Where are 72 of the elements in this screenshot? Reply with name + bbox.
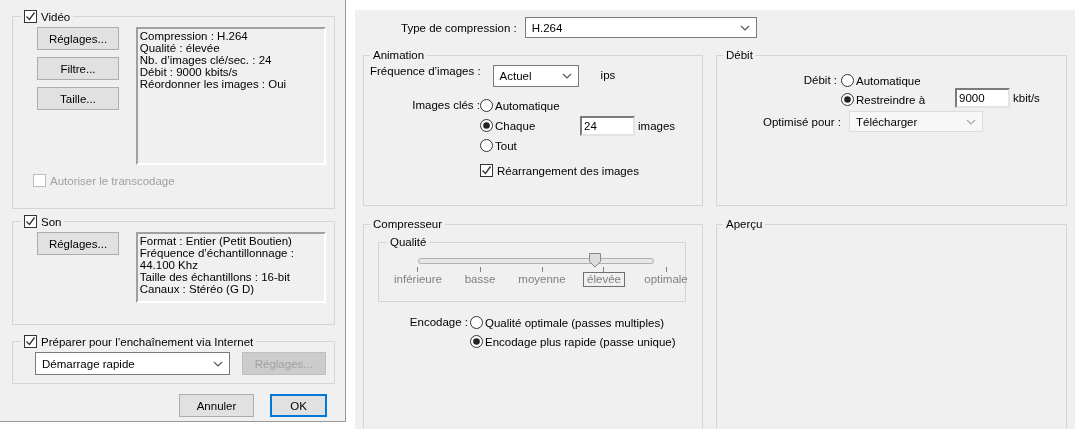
checkbox[interactable]: [24, 215, 37, 228]
radio-label: Automatique: [856, 74, 921, 87]
compression-type-dropdown[interactable]: H.264: [524, 17, 757, 38]
unit-label: ips: [600, 69, 616, 81]
summary-line: Compression : H.264: [139, 30, 249, 42]
ok-button[interactable]: OK: [270, 394, 327, 417]
radio-label: Restreindre à: [856, 93, 926, 106]
radio-button[interactable]: [480, 99, 493, 112]
checkbox-label: Réarrangement des images: [497, 164, 639, 177]
cancel-button[interactable]: Annuler: [179, 394, 254, 417]
group-title: Son: [41, 215, 62, 228]
unit-label: kbit/s: [1013, 92, 1040, 104]
chevron-icon: [966, 118, 976, 125]
checkbox[interactable]: [24, 10, 37, 23]
chevron-icon: [212, 360, 223, 367]
dropdown-value: H.264: [531, 21, 563, 34]
summary-line: Nb. d’images clé/sec. : 24: [139, 54, 273, 66]
radio-button[interactable]: [470, 335, 483, 348]
radio-button[interactable]: [470, 316, 483, 329]
optimized-for-dropdown[interactable]: Télécharger: [849, 111, 983, 132]
radio-label: Encodage plus rapide (passe unique): [485, 335, 676, 348]
field-label: Type de compression :: [401, 21, 517, 34]
summary-line: Débit : 9000 kbits/s: [139, 66, 239, 78]
radio-label: Qualité optimale (passes multiples): [485, 316, 664, 329]
settings-button[interactable]: Réglages...: [37, 232, 119, 255]
group-title: Animation: [373, 49, 425, 61]
radio-label: Chaque: [495, 119, 536, 132]
summary-line: Format : Entier (Petit Boutien): [139, 235, 293, 247]
settings-button[interactable]: Taille...: [37, 87, 119, 110]
radio-button[interactable]: [841, 74, 854, 87]
chevron-icon: [561, 73, 572, 79]
dropdown-value: Actuel: [499, 70, 532, 82]
summary-line: Taille des échantillons : 16-bit: [139, 271, 291, 283]
group-title: Qualité: [390, 236, 427, 248]
dropdown-value: Démarrage rapide: [42, 357, 135, 370]
group-title: Compresseur: [373, 218, 443, 230]
summary-line: Réordonner les images : Oui: [139, 78, 288, 90]
settings-button[interactable]: Filtre...: [37, 57, 119, 80]
radio-label: Tout: [495, 139, 517, 152]
summary-line: Canaux : Stéréo (G D): [139, 283, 256, 295]
tick-label[interactable]: inférieure: [390, 272, 446, 287]
radio-button[interactable]: [480, 119, 493, 132]
group-title: Préparer pour l’enchaînement via Internet: [41, 335, 254, 348]
tick-label[interactable]: optimale: [640, 272, 692, 287]
radio-label: Automatique: [495, 99, 560, 112]
checkbox[interactable]: [24, 335, 37, 348]
chevron-icon: [739, 24, 750, 31]
field-label: Fréquence d’images :: [370, 65, 481, 77]
field-label: Débit :: [802, 74, 837, 86]
frame-rate-dropdown[interactable]: Actuel: [492, 65, 579, 87]
unit-label: images: [638, 120, 676, 132]
tick-label[interactable]: basse: [460, 272, 500, 287]
summary-line: Qualité : élevée: [139, 42, 221, 54]
radio-button[interactable]: [480, 139, 493, 152]
group-title: Aperçu: [726, 218, 763, 230]
checkbox-label: Autoriser le transcodage: [50, 174, 175, 187]
group-title: Vidéo: [41, 10, 71, 23]
tick-label[interactable]: élevée: [583, 272, 625, 287]
field-label: Images clés :: [411, 99, 480, 111]
bitrate-field[interactable]: 9000: [955, 88, 1010, 108]
summary-line: Fréquence d’échantillonnage : 44.100 Khz: [139, 247, 295, 271]
streaming-dropdown[interactable]: Démarrage rapide: [35, 352, 230, 375]
slider-thumb[interactable]: [588, 253, 601, 268]
radio-button[interactable]: [841, 93, 854, 106]
group-title: Débit: [726, 49, 753, 61]
settings-button[interactable]: Réglages...: [37, 27, 119, 50]
checkbox[interactable]: [480, 164, 493, 177]
field-label: Optimisé pour :: [763, 115, 841, 128]
dropdown-value: Télécharger: [856, 115, 918, 128]
keyframe-interval-field[interactable]: 24: [580, 116, 635, 136]
field-label: Encodage :: [408, 316, 468, 328]
tick-label[interactable]: moyenne: [514, 272, 570, 287]
